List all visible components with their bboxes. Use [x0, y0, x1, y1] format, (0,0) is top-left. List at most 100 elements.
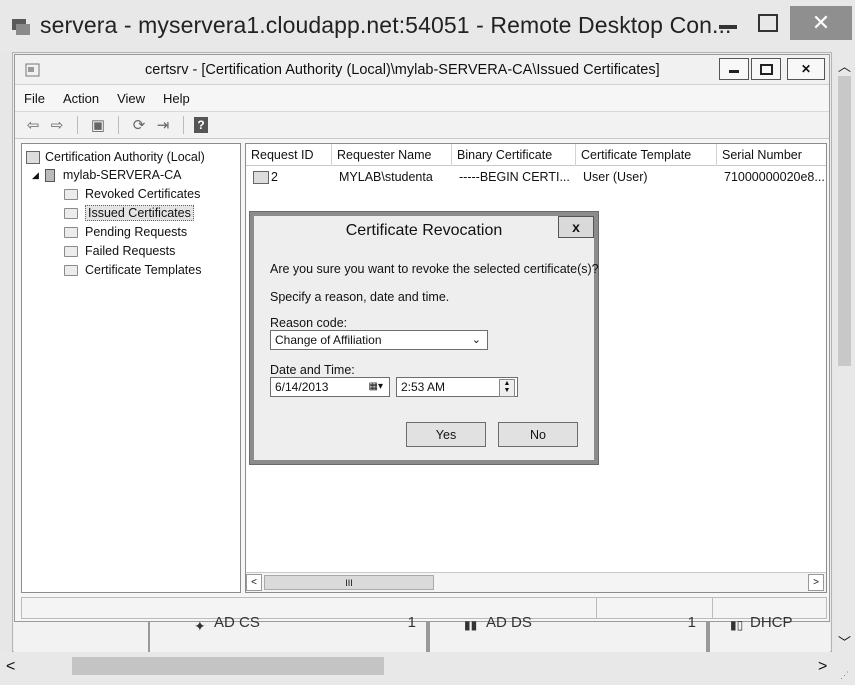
scroll-thumb[interactable] — [72, 657, 384, 675]
tree-item-label: Revoked Certificates — [85, 187, 201, 201]
tree-item-failed[interactable]: Failed Requests — [64, 242, 175, 260]
scroll-right-button[interactable]: > — [808, 574, 824, 591]
tree-root[interactable]: Certification Authority (Local) — [26, 148, 205, 166]
certificate-authority-icon — [26, 150, 40, 164]
scroll-down-icon[interactable]: ﹀ — [838, 632, 851, 651]
scroll-up-icon[interactable]: ︿ — [838, 56, 851, 75]
time-value: 2:53 AM — [401, 380, 446, 394]
reason-code-label: Reason code: — [270, 316, 348, 330]
dhcp-label: DHCP — [750, 614, 793, 631]
help-icon[interactable]: ? — [194, 117, 208, 133]
cell-serial: 71000000020e8... — [724, 170, 825, 184]
refresh-icon[interactable]: ⟳ — [129, 115, 149, 135]
export-list-icon[interactable]: ⇥ — [153, 115, 173, 135]
request-id-value: 2 — [271, 170, 278, 184]
toolbar-divider — [118, 116, 119, 134]
resize-grip-icon[interactable]: ⋰ — [840, 670, 849, 681]
no-button[interactable]: No — [498, 422, 578, 447]
tree-item-label: Certificate Templates — [85, 263, 202, 277]
ad-ds-label: AD DS — [486, 614, 532, 631]
scroll-left-button[interactable]: < — [246, 574, 262, 591]
certsrv-maximize-button[interactable] — [751, 58, 781, 80]
menu-action[interactable]: Action — [54, 91, 108, 106]
certificate-revocation-dialog: Certificate Revocation x Are you sure yo… — [250, 212, 599, 464]
column-request-id[interactable]: Request ID — [246, 144, 332, 166]
folder-icon — [64, 264, 78, 276]
dialog-title: Certificate Revocation — [345, 222, 503, 239]
close-icon: ✕ — [800, 62, 812, 76]
column-requester-name[interactable]: Requester Name — [332, 144, 452, 166]
minimize-icon — [729, 70, 739, 73]
menu-help[interactable]: Help — [154, 91, 199, 106]
menu-file[interactable]: File — [15, 91, 54, 106]
chevron-down-icon: ⌄ — [471, 334, 481, 346]
certsrv-title-bar: certsrv - [Certification Authority (Loca… — [15, 55, 829, 85]
tree-item-templates[interactable]: Certificate Templates — [64, 261, 202, 279]
minimize-button[interactable] — [708, 6, 748, 40]
status-divider — [596, 598, 597, 618]
ad-cs-label: AD CS — [214, 614, 260, 631]
horizontal-scrollbar[interactable]: < III > — [246, 572, 826, 592]
minimize-icon — [719, 25, 737, 29]
dhcp-tile[interactable]: ▮▯ DHCP — [708, 614, 832, 652]
folder-icon — [64, 207, 78, 219]
certsrv-window-title: certsrv - [Certification Authority (Loca… — [145, 62, 660, 78]
column-binary-certificate[interactable]: Binary Certificate — [452, 144, 576, 166]
ad-ds-count: 1 — [687, 614, 696, 631]
ad-ds-tile[interactable]: ▮▮ AD DS 1 — [428, 614, 708, 652]
scroll-thumb[interactable]: III — [264, 575, 434, 590]
date-value: 6/14/2013 — [275, 380, 329, 394]
tree-item-label: Failed Requests — [85, 244, 176, 258]
tree-ca-node[interactable]: ◢ mylab-SERVERA-CA — [32, 166, 181, 184]
menu-view[interactable]: View — [108, 91, 154, 106]
yes-button[interactable]: Yes — [406, 422, 486, 447]
cell-template: User (User) — [583, 170, 648, 184]
maximize-button[interactable] — [750, 6, 786, 40]
expand-arrow-icon: ◢ — [32, 169, 39, 180]
tree-item-pending[interactable]: Pending Requests — [64, 223, 187, 241]
tree-item-label: Issued Certificates — [85, 205, 194, 221]
column-certificate-template[interactable]: Certificate Template — [576, 144, 717, 166]
tree-item-issued[interactable]: Issued Certificates — [64, 204, 194, 222]
status-bar — [21, 597, 827, 619]
outer-horizontal-scrollbar[interactable]: < > ⋰ — [0, 652, 855, 685]
toolbar-divider — [77, 116, 78, 134]
server-icon — [44, 168, 55, 182]
maximize-icon — [759, 63, 773, 75]
time-stepper[interactable]: 2:53 AM ▲ ▼ — [396, 377, 518, 397]
tree-item-revoked[interactable]: Revoked Certificates — [64, 185, 200, 203]
cell-requester: MYLAB\studenta — [339, 170, 433, 184]
server-manager-background: ✦ AD CS 1 ▮▮ AD DS 1 ▮▯ DHCP — [14, 614, 832, 652]
certificate-icon — [253, 171, 269, 185]
certsrv-minimize-button[interactable] — [719, 58, 749, 80]
date-picker[interactable]: 6/14/2013 ▦▾ — [270, 377, 390, 397]
toolbar: ⇦ ⇨ ▣ ⟳ ⇥ ? — [15, 111, 829, 139]
scroll-right-icon[interactable]: > — [818, 658, 827, 676]
back-icon[interactable]: ⇦ — [23, 115, 43, 135]
spin-arrows-icon[interactable]: ▲ ▼ — [499, 379, 515, 397]
scroll-left-icon[interactable]: < — [6, 658, 15, 676]
up-folder-icon[interactable]: ▣ — [88, 115, 108, 135]
tree-ca-label: mylab-SERVERA-CA — [62, 168, 182, 182]
close-icon: x — [572, 219, 580, 235]
revoke-question: Are you sure you want to revoke the sele… — [270, 262, 599, 276]
date-time-label: Date and Time: — [270, 363, 355, 377]
close-button[interactable]: ✕ — [790, 6, 852, 40]
dhcp-icon: ▮▯ — [730, 618, 744, 632]
ad-cs-tile[interactable]: ✦ AD CS 1 — [148, 614, 428, 652]
reason-code-value: Change of Affiliation — [275, 333, 382, 347]
close-icon: ✕ — [811, 10, 831, 35]
scroll-thumb[interactable] — [838, 76, 851, 366]
folder-icon — [64, 226, 78, 238]
maximize-icon — [758, 14, 778, 32]
dialog-close-button[interactable]: x — [558, 216, 594, 238]
remote-desktop-icon — [12, 19, 30, 35]
cell-request-id: 2 — [248, 168, 278, 186]
console-tree: Certification Authority (Local) ◢ mylab-… — [21, 143, 241, 593]
folder-icon — [64, 245, 78, 257]
forward-icon[interactable]: ⇨ — [47, 115, 67, 135]
column-serial-number[interactable]: Serial Number — [717, 144, 826, 166]
certsrv-close-button[interactable]: ✕ — [787, 58, 825, 80]
outer-vertical-scrollbar[interactable]: ︿ ﹀ — [834, 52, 855, 652]
reason-code-dropdown[interactable]: Change of Affiliation ⌄ — [270, 330, 488, 350]
